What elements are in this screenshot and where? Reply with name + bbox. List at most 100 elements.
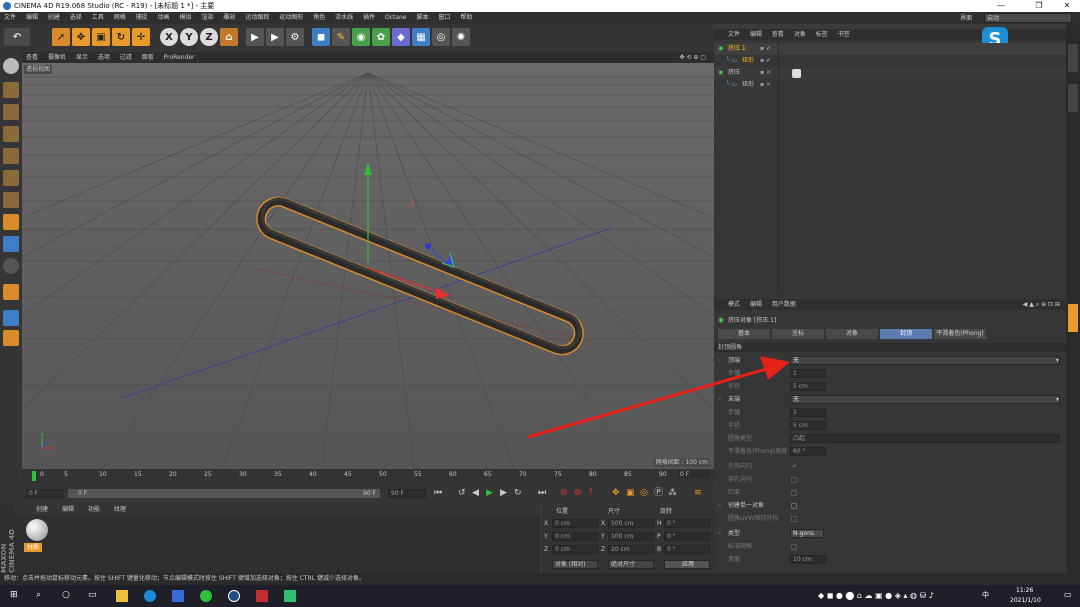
tweak-mode-icon[interactable] — [3, 236, 19, 252]
viewport-menu-item[interactable]: 面板 — [142, 54, 154, 61]
visibility-icon[interactable]: ▪ ✕ — [760, 67, 771, 79]
render-settings-icon[interactable]: ⚙ — [286, 28, 304, 46]
material-menu-item[interactable]: 纹理 — [114, 506, 126, 513]
menu-item[interactable]: 角色 — [313, 12, 325, 24]
type-dropdown[interactable]: N-gons — [790, 529, 824, 538]
menu-item[interactable]: Octane — [385, 12, 407, 24]
object-row[interactable]: ◉ 挤压.1 ▪ ✔ — [714, 43, 1066, 55]
menu-item[interactable]: 动画 — [158, 12, 170, 24]
auto-key-icon[interactable]: ⊛ — [574, 489, 582, 498]
material-menu-item[interactable]: 编辑 — [62, 506, 74, 513]
constrain-checkbox[interactable] — [791, 490, 797, 496]
start-radius-field[interactable]: 5 cm — [790, 382, 826, 391]
object-menu-item[interactable]: 文件 — [728, 31, 740, 38]
menu-item[interactable]: 网格 — [114, 12, 126, 24]
start-cap-dropdown[interactable]: 无 — [790, 356, 1060, 365]
hull-inwards-checkbox[interactable]: ✔ — [792, 461, 797, 473]
texture-mode-icon[interactable] — [3, 104, 19, 120]
polygons-mode-icon[interactable] — [3, 192, 19, 208]
cinema4d-taskbar-icon[interactable] — [228, 590, 240, 602]
minimize-button[interactable]: — — [990, 0, 1012, 12]
task-view-icon[interactable]: ▭ — [88, 591, 97, 600]
object-menu-item[interactable]: 查看 — [772, 31, 784, 38]
viewport-menu-item[interactable]: 显示 — [76, 54, 88, 61]
object-name[interactable]: 挤压 — [728, 67, 740, 79]
timeline-menu-icon[interactable]: ≡ — [694, 489, 702, 498]
material-menu-item[interactable]: 创建 — [36, 506, 48, 513]
render-view-icon[interactable]: ▶ — [246, 28, 264, 46]
go-start-icon[interactable]: ⏮ — [434, 489, 442, 498]
viewport-nav-icons[interactable]: ✥ ⟲ ⊕ ▢ — [680, 52, 706, 63]
object-row[interactable]: ◉ 挤压 ▪ ✕ — [714, 67, 1066, 79]
next-frame-icon[interactable]: ▶ — [500, 489, 507, 498]
phong-angle-field[interactable]: 60 ° — [790, 447, 826, 456]
regular-grid-checkbox[interactable] — [791, 544, 797, 550]
edges-mode-icon[interactable] — [3, 170, 19, 186]
menu-item[interactable]: 帮助 — [460, 12, 472, 24]
start-frame-field[interactable]: 0 F — [26, 489, 64, 498]
menu-item[interactable]: 模拟 — [180, 12, 192, 24]
position-y-field[interactable]: 0 cm — [552, 532, 598, 541]
pen-icon[interactable]: ✎ — [332, 28, 350, 46]
object-menu-item[interactable]: 标签 — [816, 31, 828, 38]
notification-icon[interactable]: ▭ — [1064, 590, 1072, 599]
model-mode-icon[interactable] — [3, 82, 19, 98]
object-name[interactable]: 挤压.1 — [728, 43, 746, 55]
attribute-menu-item[interactable]: 用户数据 — [772, 301, 796, 308]
fillet-type-dropdown[interactable]: 凸起 — [790, 434, 1060, 443]
object-menu-item[interactable]: 对象 — [794, 31, 806, 38]
mail-icon[interactable] — [172, 590, 184, 602]
size-z-field[interactable]: 20 cm — [608, 545, 654, 554]
z-axis-icon[interactable]: Z — [200, 28, 218, 46]
end-steps-field[interactable]: 1 — [790, 408, 826, 417]
menu-item[interactable]: 雕刻 — [223, 12, 235, 24]
object-name[interactable]: 矩形 — [742, 55, 754, 67]
key-position-icon[interactable]: ✥ — [612, 489, 620, 498]
material-ball[interactable] — [26, 519, 48, 541]
rotation-h-field[interactable]: 0 ° — [664, 519, 710, 528]
maximize-button[interactable]: ❐ — [1028, 0, 1050, 12]
next-key-icon[interactable]: ↻ — [514, 489, 522, 498]
end-frame-field[interactable]: 90 F — [388, 489, 426, 498]
start-steps-field[interactable]: 1 — [790, 369, 826, 378]
coordinate-system-icon[interactable]: ⌂ — [220, 28, 238, 46]
end-cap-dropdown[interactable]: 无 — [790, 395, 1060, 404]
y-axis-icon[interactable]: Y — [180, 28, 198, 46]
side-tab-attributes[interactable] — [1068, 304, 1078, 332]
end-radius-field[interactable]: 5 cm — [790, 421, 826, 430]
menu-item[interactable]: 编辑 — [26, 12, 38, 24]
material-name[interactable]: 材质 — [24, 543, 43, 552]
go-end-icon[interactable]: ⏭ — [538, 489, 546, 498]
key-param-icon[interactable]: Ⓟ — [654, 489, 663, 498]
subdivision-icon[interactable]: ◉ — [352, 28, 370, 46]
workplane-icon[interactable] — [3, 126, 19, 142]
deformer-icon[interactable]: ◆ — [392, 28, 410, 46]
render-picture-viewer-icon[interactable]: ▶ — [266, 28, 284, 46]
coordinate-mode-dropdown[interactable]: 对象 (相对) — [552, 560, 598, 569]
object-menu-item[interactable]: 编辑 — [750, 31, 762, 38]
tab-phong[interactable]: 平滑着色(Phong) — [934, 329, 986, 339]
hole-inwards-checkbox[interactable] — [791, 477, 797, 483]
attribute-menu-item[interactable]: 模式 — [728, 301, 740, 308]
keyframe-selection-icon[interactable]: ? — [588, 489, 593, 498]
viewport-menu-item[interactable]: 摄像机 — [48, 54, 66, 61]
menu-item[interactable]: 创建 — [48, 12, 60, 24]
tab-object[interactable]: 对象 — [826, 329, 878, 339]
visibility-icon[interactable]: ▪ ✔ — [760, 43, 771, 55]
visibility-icon[interactable]: ▪ ✔ — [760, 55, 771, 67]
position-x-field[interactable]: 0 cm — [552, 519, 598, 528]
tab-caps[interactable]: 封顶 — [880, 329, 932, 339]
ime-indicator[interactable]: 中 — [982, 590, 989, 600]
object-row[interactable]: └ ▭ 矩形 ▪ ✔ — [714, 55, 1066, 67]
lock-workplane-icon[interactable] — [3, 310, 19, 326]
undo-icon[interactable]: ↶ — [4, 28, 30, 46]
key-rotation-icon[interactable]: ◎ — [640, 489, 648, 498]
menu-item[interactable]: 文件 — [4, 12, 16, 24]
material-menu-item[interactable]: 功能 — [88, 506, 100, 513]
viewport-menu-item[interactable]: 选项 — [98, 54, 110, 61]
x-axis-icon[interactable]: X — [160, 28, 178, 46]
3d-viewport[interactable]: 透视视图 网格间距 : 100 cm — [22, 63, 714, 469]
planar-workplane-icon[interactable] — [3, 330, 19, 346]
search-icon[interactable]: ⌕ — [36, 591, 41, 600]
attribute-nav-icons[interactable]: ◀ ▲ ⌕ ⊕ ⊡ ⊞ — [1023, 299, 1060, 310]
